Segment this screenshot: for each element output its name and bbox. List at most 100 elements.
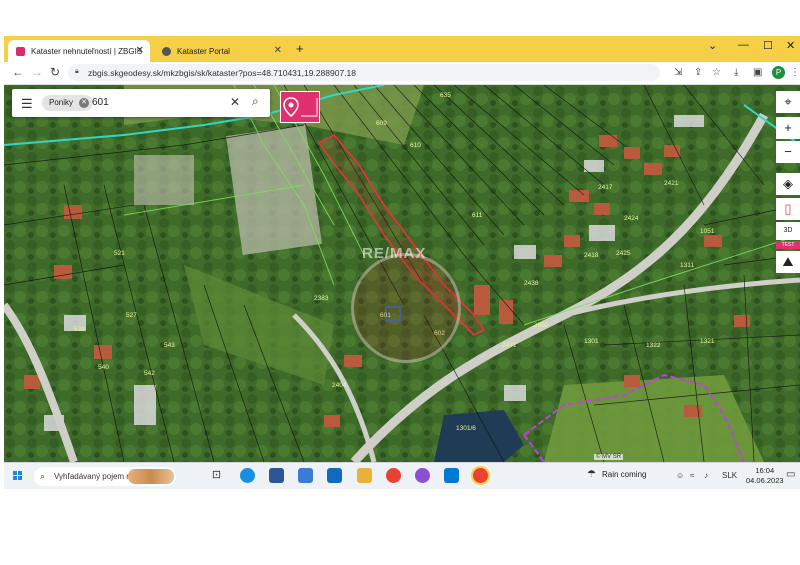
search-icon[interactable]: ⌕ bbox=[252, 94, 259, 109]
maximize-icon[interactable]: ☐ bbox=[763, 39, 773, 52]
parcel-label: 611 bbox=[472, 212, 483, 219]
task-view-icon[interactable]: ⊡ bbox=[209, 468, 224, 483]
new-tab-button[interactable]: + bbox=[296, 41, 304, 56]
3d-view-button[interactable]: 3D bbox=[776, 222, 800, 240]
language-indicator[interactable]: SLK bbox=[722, 471, 737, 480]
search-icon: ⌕ bbox=[40, 471, 46, 481]
test-badge: TEST bbox=[776, 241, 800, 249]
parcel-label: 2404 bbox=[332, 382, 347, 389]
municipality-filter-chip[interactable]: Poniky ✕ bbox=[42, 95, 94, 111]
address-bar-row: ← → ↻ 🔒︎ zbgis.skgeodesy.sk/mkzbgis/sk/k… bbox=[4, 62, 800, 85]
forward-arrow-icon[interactable]: → bbox=[31, 65, 43, 79]
parcel-label: 1322 bbox=[646, 342, 661, 349]
parcel-label: 635 bbox=[440, 92, 451, 99]
url-input[interactable]: 🔒︎ zbgis.skgeodesy.sk/mkzbgis/sk/kataste… bbox=[68, 64, 660, 81]
opera-icon[interactable] bbox=[415, 468, 430, 483]
zoom-out-button[interactable]: − bbox=[776, 141, 800, 163]
clock-time: 16:04 bbox=[755, 466, 775, 475]
download-icon[interactable]: ⤓ bbox=[734, 67, 738, 78]
parcel-label: 2418 bbox=[584, 252, 599, 259]
minimize-icon[interactable]: — bbox=[738, 39, 749, 51]
tab-title: Kataster Portal bbox=[177, 46, 230, 56]
parcel-label: 610 bbox=[410, 142, 421, 149]
parcel-label: 2421 bbox=[664, 180, 679, 187]
parcel-label: 542 bbox=[144, 370, 155, 377]
tab-strip: Kataster nehnuteľností | ZBGIS ✕ Kataste… bbox=[4, 36, 800, 62]
parcel-label: 2417 bbox=[598, 184, 613, 191]
share-icon[interactable]: ⇪ bbox=[694, 67, 702, 78]
reload-icon[interactable]: ↻ bbox=[50, 65, 60, 79]
parcel-label: 2438 bbox=[524, 280, 539, 287]
taskbar-search-input[interactable]: ⌕ Vyhľadávaný pojem na... bbox=[34, 467, 176, 486]
tab-title: Kataster nehnuteľností | ZBGIS bbox=[31, 46, 143, 56]
close-tab-icon[interactable]: ✕ bbox=[274, 45, 282, 56]
parcel-label: 1051 bbox=[700, 228, 715, 235]
parcel-label: 1301/6 bbox=[456, 425, 476, 432]
chrome-active-icon[interactable] bbox=[473, 468, 488, 483]
map-credit: © MV SR bbox=[594, 454, 624, 460]
cadastre-map[interactable]: 635 609 610 611 601 602 1051 1311 1321 1… bbox=[4, 85, 800, 462]
clock[interactable]: 16:04 04.06.2023 bbox=[746, 466, 784, 486]
remove-chip-icon[interactable]: ✕ bbox=[79, 98, 90, 108]
back-arrow-icon[interactable]: ← bbox=[12, 65, 24, 79]
parcel-label: 2502 bbox=[534, 322, 549, 329]
weather-icon: ☂ bbox=[587, 469, 596, 480]
watermark-text: RE/MAX bbox=[362, 245, 427, 262]
chrome-icon[interactable] bbox=[386, 468, 401, 483]
hamburger-menu-icon[interactable]: ☰ bbox=[21, 96, 33, 112]
browser-window: Kataster nehnuteľností | ZBGIS ✕ Kataste… bbox=[4, 36, 800, 489]
lock-icon: 🔒︎ bbox=[75, 68, 79, 75]
parcel-label: 2425 bbox=[616, 250, 631, 257]
globe-favicon-icon bbox=[162, 46, 171, 56]
clear-search-icon[interactable]: ✕ bbox=[230, 95, 240, 109]
parcel-label: 2383 bbox=[314, 295, 329, 302]
chevron-down-icon[interactable]: ⌄ bbox=[708, 39, 717, 52]
search-highlight-image bbox=[128, 469, 174, 484]
file-explorer-icon[interactable] bbox=[357, 468, 372, 483]
parcel-label: 1311 bbox=[680, 262, 694, 269]
parcel-label: 609 bbox=[376, 120, 387, 127]
bookmark-star-icon[interactable]: ☆ bbox=[712, 67, 721, 78]
zbgis-favicon-icon bbox=[16, 46, 25, 56]
parcel-label: 527 bbox=[126, 312, 137, 319]
side-panel-icon[interactable]: ▣ bbox=[753, 67, 762, 78]
windows-start-icon[interactable] bbox=[13, 471, 23, 481]
mobile-app-icon[interactable]: ▯ bbox=[776, 198, 800, 220]
zoom-in-button[interactable]: + bbox=[776, 117, 800, 139]
mail-icon[interactable] bbox=[327, 468, 342, 483]
windows-taskbar: ⌕ Vyhľadávaný pojem na... ⊡ ☂ Rain comin… bbox=[4, 462, 800, 489]
tab-kataster[interactable]: Kataster nehnuteľností | ZBGIS ✕ bbox=[8, 40, 150, 62]
parcel-label: 539 bbox=[74, 326, 85, 333]
close-window-icon[interactable]: ✕ bbox=[786, 39, 795, 52]
parcel-label: 1321 bbox=[700, 338, 715, 345]
locate-me-icon[interactable]: ⌖ bbox=[776, 91, 800, 113]
parcel-label: 2424 bbox=[624, 215, 639, 222]
remax-watermark-logo bbox=[351, 253, 461, 363]
store-icon[interactable] bbox=[298, 468, 313, 483]
edge-browser-icon[interactable] bbox=[240, 468, 255, 483]
parcel-label: 1301 bbox=[584, 338, 599, 345]
parcel-locate-button[interactable] bbox=[280, 91, 320, 123]
open-in-app-icon[interactable]: ⇲ bbox=[674, 67, 682, 78]
layers-icon[interactable]: ◈ bbox=[776, 173, 800, 195]
close-tab-icon[interactable]: ✕ bbox=[136, 45, 144, 56]
parcel-label: 2471 bbox=[502, 342, 517, 349]
weather-text[interactable]: Rain coming bbox=[602, 470, 646, 479]
news-app-icon[interactable] bbox=[269, 468, 284, 483]
parcel-label: 521 bbox=[114, 250, 125, 257]
clock-date: 04.06.2023 bbox=[746, 476, 784, 485]
people-icon[interactable]: ☺ bbox=[676, 471, 684, 480]
chip-label: Poniky bbox=[49, 98, 74, 107]
tab-kataster-portal[interactable]: Kataster Portal ✕ bbox=[154, 40, 288, 62]
url-text: zbgis.skgeodesy.sk/mkzbgis/sk/kataster?p… bbox=[88, 67, 356, 78]
map-search-box[interactable]: ☰ Poniky ✕ 601 ✕ ⌕ bbox=[12, 89, 270, 117]
search-query-input[interactable]: 601 bbox=[92, 97, 109, 108]
more-menu-icon[interactable]: ⋮ bbox=[790, 67, 800, 78]
volume-icon[interactable]: ♪ bbox=[704, 471, 708, 480]
image-layer-icon[interactable]: ⛰ bbox=[776, 251, 800, 273]
notification-icon[interactable]: ▭ bbox=[786, 469, 795, 480]
outlook-icon[interactable] bbox=[444, 468, 459, 483]
map-pin-icon bbox=[283, 97, 318, 117]
wifi-icon[interactable]: ≈ bbox=[690, 471, 694, 480]
profile-avatar[interactable]: P bbox=[772, 66, 785, 79]
